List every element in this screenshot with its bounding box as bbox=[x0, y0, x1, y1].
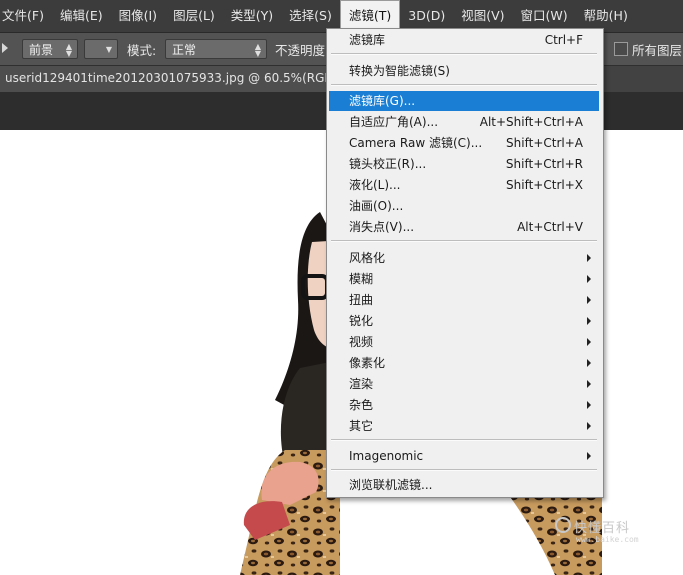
submenu-arrow-icon bbox=[587, 359, 591, 367]
menu-item-other[interactable]: 其它 bbox=[329, 416, 599, 436]
menu-edit[interactable]: 编辑(E) bbox=[52, 0, 111, 32]
menu-separator bbox=[331, 84, 597, 86]
menu-item-label: 消失点(V)... bbox=[349, 220, 415, 234]
menu-item-render[interactable]: 渲染 bbox=[329, 374, 599, 394]
menu-item-sharpen[interactable]: 锐化 bbox=[329, 311, 599, 331]
menu-item-shortcut: Alt+Shift+Ctrl+A bbox=[479, 115, 583, 129]
menu-item-label: 视频 bbox=[349, 335, 374, 349]
menu-item-oil-paint[interactable]: 油画(O)... bbox=[329, 196, 599, 216]
all-layers-checkbox[interactable] bbox=[614, 42, 628, 56]
menu-type[interactable]: 类型(Y) bbox=[223, 0, 281, 32]
watermark-text: 快懂百科 bbox=[574, 521, 631, 536]
menu-item-label: Camera Raw 滤镜(C)... bbox=[349, 136, 483, 150]
submenu-arrow-icon bbox=[587, 254, 591, 262]
menu-item-label: 模糊 bbox=[349, 272, 374, 286]
updown-caret-icon: ▲ ▼ bbox=[65, 42, 72, 58]
menu-item-stylize[interactable]: 风格化 bbox=[329, 248, 599, 268]
fill-source-value: 前景 bbox=[29, 43, 54, 57]
menu-item-label: 转换为智能滤镜(S) bbox=[349, 64, 450, 78]
menu-item-noise[interactable]: 杂色 bbox=[329, 395, 599, 415]
menu-item-label: 杂色 bbox=[349, 398, 374, 412]
menu-item-adaptive-wide-angle[interactable]: 自适应广角(A)... Alt+Shift+Ctrl+A bbox=[329, 112, 599, 132]
menu-item-shortcut: Alt+Ctrl+V bbox=[517, 220, 583, 234]
menu-item-filter-gallery[interactable]: 滤镜库(G)... bbox=[329, 91, 599, 111]
menu-layer[interactable]: 图层(L) bbox=[165, 0, 223, 32]
filter-menu: 滤镜库 Ctrl+F 转换为智能滤镜(S) 滤镜库(G)... 自适应广角(A)… bbox=[326, 28, 604, 498]
menu-item-imagenomic[interactable]: Imagenomic bbox=[329, 446, 599, 466]
menu-item-label: 油画(O)... bbox=[349, 199, 404, 213]
menu-item-shortcut: Shift+Ctrl+R bbox=[505, 157, 583, 171]
menu-item-label: 滤镜库(G)... bbox=[349, 94, 416, 108]
menu-item-convert-smart-filter[interactable]: 转换为智能滤镜(S) bbox=[329, 61, 599, 81]
fill-source-select[interactable]: 前景 ▲ ▼ bbox=[22, 39, 78, 59]
menu-separator bbox=[331, 53, 597, 55]
menu-item-label: 液化(L)... bbox=[349, 178, 401, 192]
submenu-arrow-icon bbox=[587, 296, 591, 304]
watermark-logo-icon bbox=[555, 517, 571, 533]
pattern-picker[interactable]: ▼ bbox=[84, 39, 118, 59]
menu-item-label: 渲染 bbox=[349, 377, 374, 391]
blend-mode-value: 正常 bbox=[172, 43, 197, 57]
menu-item-label: 浏览联机滤镜... bbox=[349, 478, 433, 492]
menu-item-label: 其它 bbox=[349, 419, 374, 433]
menu-item-shortcut: Ctrl+F bbox=[544, 33, 583, 47]
mode-label: 模式: bbox=[127, 43, 157, 58]
submenu-arrow-icon bbox=[587, 401, 591, 409]
menu-item-label: 镜头校正(R)... bbox=[349, 157, 427, 171]
menu-item-label: Imagenomic bbox=[349, 449, 424, 463]
submenu-arrow-icon bbox=[587, 380, 591, 388]
menu-item-label: 像素化 bbox=[349, 356, 386, 370]
menu-item-label: 风格化 bbox=[349, 251, 386, 265]
document-tab[interactable]: userid129401time20120301075933.jpg @ 60.… bbox=[0, 66, 359, 92]
menu-item-video[interactable]: 视频 bbox=[329, 332, 599, 352]
menu-item-label: 滤镜库 bbox=[349, 33, 386, 47]
submenu-arrow-icon bbox=[587, 317, 591, 325]
menu-separator bbox=[331, 469, 597, 471]
chevron-down-icon: ▼ bbox=[105, 45, 112, 54]
tool-preset-arrow-icon[interactable] bbox=[2, 43, 8, 53]
menu-item-browse-online-filters[interactable]: 浏览联机滤镜... bbox=[329, 475, 599, 495]
menu-file[interactable]: 文件(F) bbox=[0, 0, 52, 32]
submenu-arrow-icon bbox=[587, 275, 591, 283]
all-layers-label: 所有图层 bbox=[632, 43, 683, 58]
menu-image[interactable]: 图像(I) bbox=[111, 0, 165, 32]
menu-item-blur[interactable]: 模糊 bbox=[329, 269, 599, 289]
menu-separator bbox=[331, 240, 597, 242]
submenu-arrow-icon bbox=[587, 338, 591, 346]
menu-item-lens-correction[interactable]: 镜头校正(R)... Shift+Ctrl+R bbox=[329, 154, 599, 174]
submenu-arrow-icon bbox=[587, 452, 591, 460]
menu-item-label: 自适应广角(A)... bbox=[349, 115, 439, 129]
blend-mode-select[interactable]: 正常 ▲ ▼ bbox=[165, 39, 267, 59]
menu-item-camera-raw[interactable]: Camera Raw 滤镜(C)... Shift+Ctrl+A bbox=[329, 133, 599, 153]
menu-item-shortcut: Shift+Ctrl+A bbox=[506, 136, 583, 150]
watermark-url: www.baike.com bbox=[576, 535, 639, 544]
menu-item-label: 扭曲 bbox=[349, 293, 374, 307]
menu-item-distort[interactable]: 扭曲 bbox=[329, 290, 599, 310]
menu-item-pixelate[interactable]: 像素化 bbox=[329, 353, 599, 373]
menu-separator bbox=[331, 439, 597, 441]
updown-caret-icon: ▲ ▼ bbox=[254, 42, 261, 58]
menu-item-vanishing-point[interactable]: 消失点(V)... Alt+Ctrl+V bbox=[329, 217, 599, 237]
menu-item-liquify[interactable]: 液化(L)... Shift+Ctrl+X bbox=[329, 175, 599, 195]
menu-item-label: 锐化 bbox=[349, 314, 374, 328]
opacity-label: 不透明度 bbox=[275, 43, 326, 58]
menu-item-last-filter[interactable]: 滤镜库 Ctrl+F bbox=[329, 30, 599, 50]
submenu-arrow-icon bbox=[587, 422, 591, 430]
menu-item-shortcut: Shift+Ctrl+X bbox=[506, 178, 583, 192]
